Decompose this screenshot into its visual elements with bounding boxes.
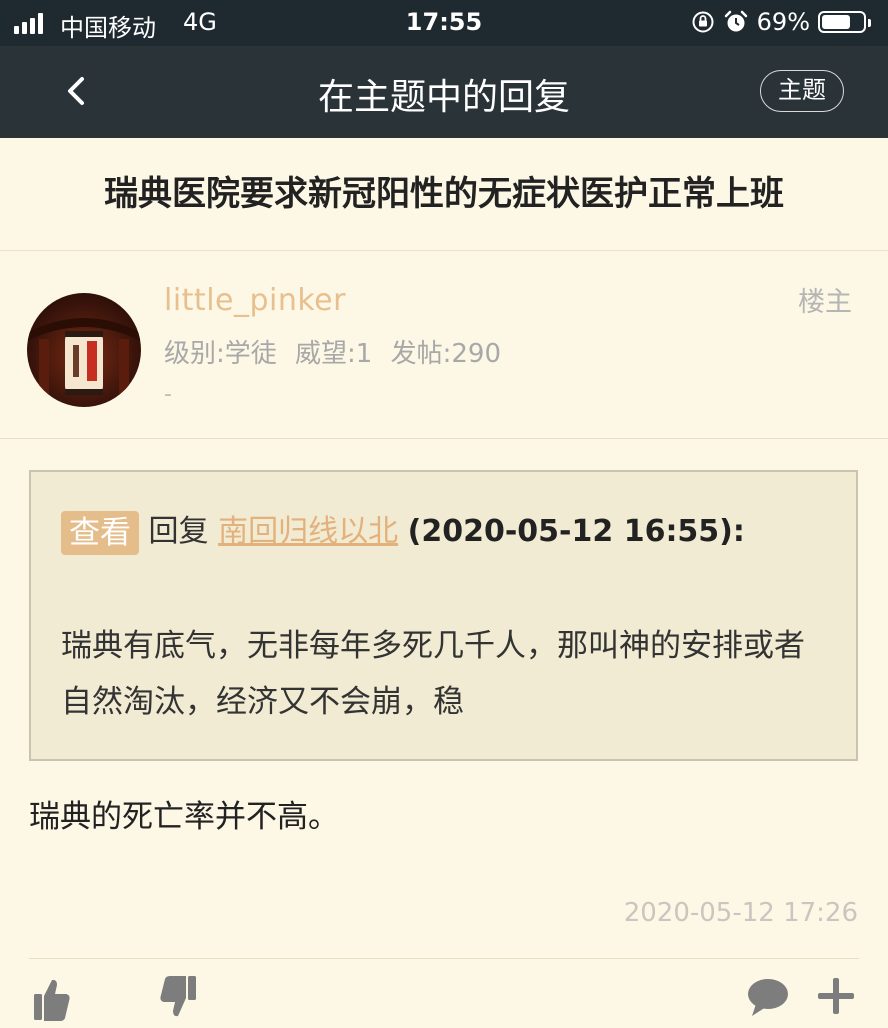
battery-percentage: 69%: [756, 8, 810, 36]
topic-button[interactable]: 主题: [760, 70, 844, 112]
quote-header: 查看 回复 南回归线以北 (2020-05-12 16:55):: [61, 506, 745, 555]
alarm-icon: [724, 10, 747, 32]
author-prestige: 威望:1: [295, 339, 373, 369]
navigation-bar: 在主题中的回复 主题: [0, 46, 888, 138]
author-name[interactable]: little_pinker: [164, 283, 346, 318]
status-bar: 中国移动 4G 17:55 69%: [0, 0, 888, 46]
plus-icon: [818, 978, 854, 1014]
quoted-text: 瑞典有底气，无非每年多死几千人，那叫神的安排或者自然淘汰，经济又不会崩，稳: [61, 628, 805, 720]
author-signature: -: [164, 382, 172, 407]
quoted-reply: 查看 回复 南回归线以北 (2020-05-12 16:55): 瑞典有底气，无…: [29, 470, 858, 761]
dislike-button[interactable]: [158, 974, 198, 1028]
divider: [0, 438, 888, 439]
author-stats: 级别:学徒 威望:1 发帖:290: [164, 333, 501, 370]
reply-timestamp: 2020-05-12 17:26: [623, 898, 858, 928]
comment-icon: [748, 979, 788, 1016]
page-title: 在主题中的回复: [317, 77, 570, 118]
thread-title: 瑞典医院要求新冠阳性的无症状医护正常上班: [0, 138, 888, 251]
like-button[interactable]: [32, 974, 72, 1028]
author-post-count: 发帖:290: [390, 339, 501, 369]
reply-word: 回复: [148, 514, 209, 549]
quoted-user-link[interactable]: 南回归线以北: [218, 514, 398, 549]
avatar-image: [27, 318, 141, 407]
view-quote-button[interactable]: 查看: [61, 510, 139, 555]
author-level: 级别:学徒: [164, 339, 277, 369]
battery-icon: [818, 11, 871, 33]
quoted-time: (2020-05-12 16:55):: [407, 514, 745, 549]
thumbs-up-icon: [34, 979, 70, 1021]
op-badge: 楼主: [798, 287, 852, 318]
reply-text: 瑞典的死亡率并不高。: [29, 799, 339, 835]
more-actions-button[interactable]: [816, 974, 856, 1022]
avatar[interactable]: [27, 293, 141, 407]
thumbs-down-icon: [160, 976, 196, 1017]
comment-button[interactable]: [746, 974, 790, 1022]
divider: [29, 958, 859, 959]
orientation-lock-icon: [692, 11, 714, 33]
